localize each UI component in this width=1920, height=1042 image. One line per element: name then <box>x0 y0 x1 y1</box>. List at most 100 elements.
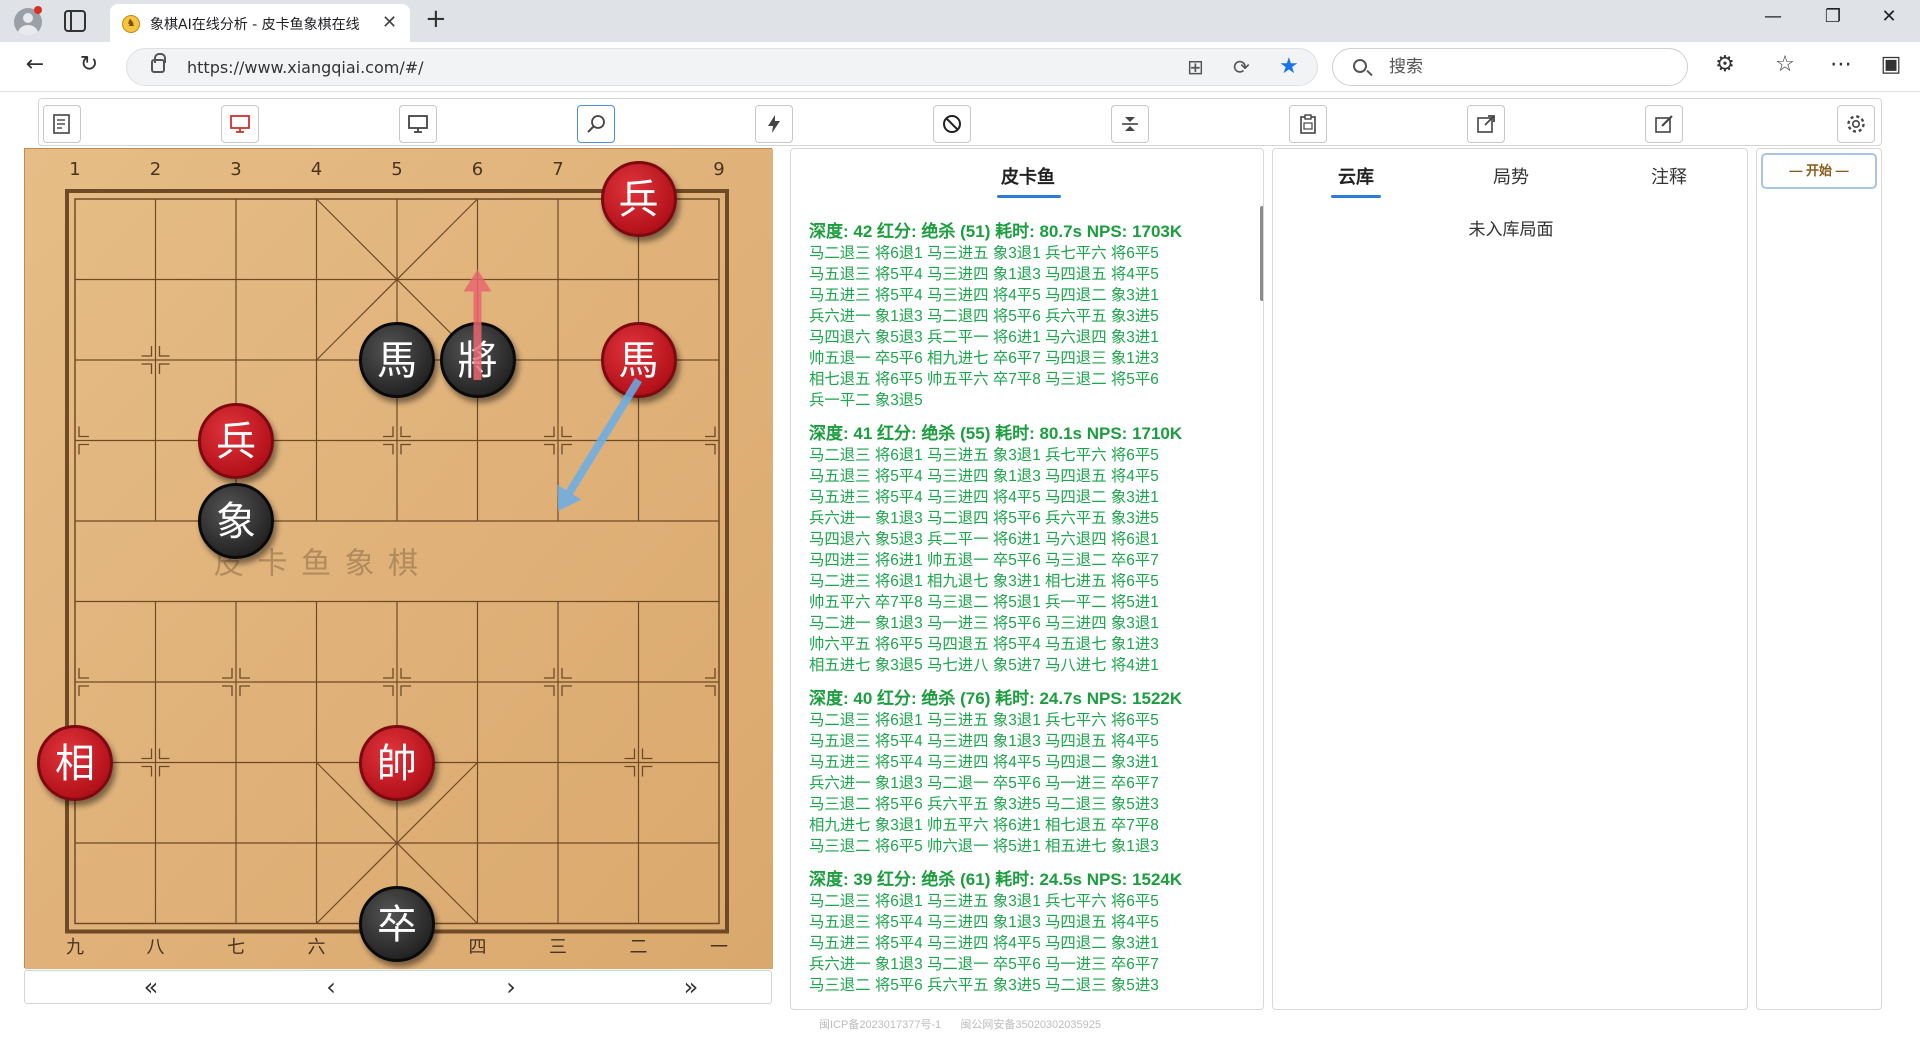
piece-glyph: 象 <box>216 499 256 545</box>
stop-button[interactable] <box>933 105 971 143</box>
tab-comments[interactable]: 注释 <box>1609 163 1729 189</box>
police-link[interactable]: 闽公网安备35020302035925 <box>960 1019 1101 1031</box>
minimize-icon[interactable]: — <box>1750 6 1796 27</box>
analysis-pv-line[interactable]: 兵六进一 象1退3 马二退四 将5平6 兵六平五 象3进5 <box>809 508 1249 529</box>
share-button[interactable] <box>1467 105 1505 143</box>
black-piece[interactable]: 馬 <box>359 322 435 398</box>
piece-glyph: 兵 <box>216 418 256 465</box>
analysis-pv-line[interactable]: 马五进三 将5平4 马三进四 将4平5 马四退二 象3进1 <box>809 933 1249 954</box>
analyze-button[interactable] <box>577 105 615 143</box>
analysis-block[interactable]: 深度: 42 红分: 绝杀 (51) 耗时: 80.7s NPS: 1703K 马… <box>809 221 1249 411</box>
app-grid-icon[interactable]: ⊞ <box>1187 55 1204 79</box>
sidebar-toggle-icon[interactable]: ▣ <box>1876 52 1906 77</box>
address-bar[interactable]: https://www.xiangqiai.com/#/ ⊞ ⟳ ★ <box>126 48 1318 86</box>
analysis-pv-line[interactable]: 相五进七 象3退5 马七进八 象5进7 马八进七 将4进1 <box>809 655 1249 676</box>
app-toolbar <box>38 98 1882 146</box>
tab-cloud-library[interactable]: 云库 <box>1296 163 1416 189</box>
tab-situation[interactable]: 局势 <box>1451 163 1571 189</box>
next-move-icon[interactable]: › <box>491 973 531 1001</box>
analysis-pv-line[interactable]: 马二退三 将6退1 马三进五 象3退1 兵七平六 将6平5 <box>809 243 1249 264</box>
analysis-pv-line[interactable]: 马五退三 将5平4 马三进四 象1退3 马四退五 将4平5 <box>809 731 1249 752</box>
red-piece[interactable]: 兵 <box>198 402 274 479</box>
reload-icon[interactable]: ↻ <box>74 52 104 77</box>
black-piece[interactable]: 將 <box>439 322 516 398</box>
favorites-icon[interactable]: ☆ <box>1770 52 1800 77</box>
analysis-pv-line[interactable]: 马五退三 将5平4 马三进四 象1退3 马四退五 将4平5 <box>809 466 1249 487</box>
analysis-pv-line[interactable]: 兵六进一 象1退3 马二退四 将5平6 兵六平五 象3进5 <box>809 306 1249 327</box>
icp-link[interactable]: 闽ICP备2023017377号-1 <box>819 1019 941 1031</box>
clipboard-button[interactable] <box>1289 105 1327 143</box>
xiangqi-board[interactable]: 皮 卡 鱼 象 棋123456789九八七六五四三二一 兵馬將馬兵象相帥卒 <box>24 148 773 969</box>
new-tab-icon[interactable]: + <box>425 4 447 34</box>
new-game-button[interactable] <box>43 105 81 143</box>
analysis-pv-line[interactable]: 马二退三 将6退1 马三进五 象3退1 兵七平六 将6平5 <box>809 891 1249 912</box>
close-window-icon[interactable]: ✕ <box>1866 6 1912 27</box>
analysis-pv-line[interactable]: 马三退二 将5平6 兵六平五 象3进5 马二退三 象5进3 <box>809 975 1249 996</box>
analysis-pv-line[interactable]: 马四退六 象5退3 兵二平一 将6进1 马六退四 将6退1 <box>809 529 1249 550</box>
tab-close-icon[interactable]: ✕ <box>382 12 397 33</box>
analysis-pv-line[interactable]: 马三退二 将6平5 帅六退一 将5进1 相五进七 象1退3 <box>809 836 1249 857</box>
prev-move-icon[interactable]: ‹ <box>311 973 351 1001</box>
analysis-block[interactable]: 深度: 39 红分: 绝杀 (61) 耗时: 24.5s NPS: 1524K 马… <box>809 869 1249 996</box>
analysis-pv-line[interactable]: 马四退六 象5退3 兵二平一 将6进1 马六退四 象3进1 <box>809 327 1249 348</box>
flip-vertical-icon <box>1122 117 1138 131</box>
bottom-file-label: 六 <box>308 937 326 958</box>
quick-move-button[interactable] <box>755 105 793 143</box>
red-piece[interactable]: 馬 <box>600 322 677 398</box>
back-arrow-icon[interactable]: ← <box>20 52 50 77</box>
browser-search-box[interactable] <box>1332 48 1688 86</box>
document-icon <box>53 114 70 134</box>
analysis-pv-line[interactable]: 帅五平六 卒7平8 马三退二 将5退1 兵一平二 将5进1 <box>809 592 1249 613</box>
analysis-pv-line[interactable]: 马三退二 将5平6 兵六平五 象3进5 马二退三 象5进3 <box>809 794 1249 815</box>
analysis-pv-line[interactable]: 马四进三 将6进1 帅五退一 卒5平6 马三退二 卒6平7 <box>809 550 1249 571</box>
start-position-button[interactable]: — 开始 — <box>1761 153 1877 189</box>
lock-icon[interactable] <box>151 53 166 73</box>
engine-name[interactable]: 皮卡鱼 <box>791 163 1263 189</box>
analysis-pv-line[interactable]: 马二进一 象1退3 马一进三 将5平6 马三进四 象3退1 <box>809 613 1249 634</box>
analysis-lines: 深度: 42 红分: 绝杀 (51) 耗时: 80.7s NPS: 1703K 马… <box>809 221 1249 1008</box>
flip-board-button[interactable] <box>1111 105 1149 143</box>
analysis-pv-line[interactable]: 兵六进一 象1退3 马二退一 卒5平6 马一进三 卒6平7 <box>809 773 1249 794</box>
analysis-pv-line[interactable]: 马二进三 将6退1 相九退七 象3进1 相七进五 将6平5 <box>809 571 1249 592</box>
analysis-pv-line[interactable]: 马五进三 将5平4 马三进四 将4平5 马四退二 象3进1 <box>809 285 1249 306</box>
analysis-pv-line[interactable]: 马二退三 将6退1 马三进五 象3退1 兵七平六 将6平5 <box>809 445 1249 466</box>
analysis-scrollbar[interactable] <box>1260 206 1263 301</box>
bottom-file-label: 四 <box>469 937 487 958</box>
analysis-pv-line[interactable]: 马五退三 将5平4 马三进四 象1退3 马四退五 将4平5 <box>809 912 1249 933</box>
analysis-pv-line[interactable]: 兵六进一 象1退3 马二退一 卒5平6 马一进三 卒6平7 <box>809 954 1249 975</box>
analysis-pv-line[interactable]: 相七退五 将6平5 帅五平六 卒7平8 马三退二 将5平6 <box>809 369 1249 390</box>
red-engine-button[interactable] <box>221 105 259 143</box>
edit-board-button[interactable] <box>1645 105 1683 143</box>
analysis-pv-line[interactable]: 马五进三 将5平4 马三进四 将4平5 马四退二 象3进1 <box>809 752 1249 773</box>
browser-tab[interactable]: ♞ 象棋AI在线分析 - 皮卡鱼象棋在线 ✕ <box>110 4 410 42</box>
red-piece[interactable]: 帥 <box>359 724 435 801</box>
black-piece[interactable]: 卒 <box>359 885 435 962</box>
more-menu-icon[interactable]: ⋯ <box>1826 52 1856 77</box>
analysis-pv-line[interactable]: 马二退三 将6退1 马三进五 象3退1 兵七平六 将6平5 <box>809 710 1249 731</box>
browser-search-input[interactable] <box>1389 55 1669 79</box>
favorite-star-icon[interactable]: ★ <box>1279 54 1299 79</box>
engine-tab-underline <box>997 195 1061 198</box>
analysis-block[interactable]: 深度: 41 红分: 绝杀 (55) 耗时: 80.1s NPS: 1710K 马… <box>809 423 1249 676</box>
analysis-pv-line[interactable]: 相九进七 象3退1 帅五平六 将6进1 相七退五 卒7平8 <box>809 815 1249 836</box>
extensions-icon[interactable]: ⚙ <box>1710 52 1740 77</box>
first-move-icon[interactable]: « <box>131 973 171 1001</box>
red-piece[interactable]: 兵 <box>600 161 677 237</box>
black-engine-button[interactable] <box>399 105 437 143</box>
analysis-pv-line[interactable]: 马五进三 将5平4 马三进四 将4平5 马四退二 象3进1 <box>809 487 1249 508</box>
url-text[interactable]: https://www.xiangqiai.com/#/ <box>187 58 424 77</box>
tab-actions-icon[interactable] <box>64 10 86 32</box>
settings-button[interactable] <box>1837 105 1875 143</box>
last-move-icon[interactable]: » <box>671 973 711 1001</box>
black-piece[interactable]: 象 <box>198 483 274 559</box>
restore-icon[interactable]: ❐ <box>1810 6 1856 27</box>
red-piece[interactable]: 相 <box>37 724 113 801</box>
monitor-icon <box>408 115 428 133</box>
refresh-extension-icon[interactable]: ⟳ <box>1233 55 1250 79</box>
analysis-pv-line[interactable]: 帅六平五 将6平5 马四退五 将5平4 马五退七 象1进3 <box>809 634 1249 655</box>
analysis-block[interactable]: 深度: 40 红分: 绝杀 (76) 耗时: 24.7s NPS: 1522K 马… <box>809 688 1249 857</box>
analysis-pv-line[interactable]: 马五退三 将5平4 马三进四 象1退3 马四退五 将4平5 <box>809 264 1249 285</box>
analysis-pv-line[interactable]: 兵一平二 象3退5 <box>809 390 1249 411</box>
analysis-pv-line[interactable]: 帅五退一 卒5平6 相九进七 卒6平7 马四退三 象1进3 <box>809 348 1249 369</box>
cloud-library-panel: 云库 局势 注释 未入库局面 <box>1272 148 1748 1010</box>
